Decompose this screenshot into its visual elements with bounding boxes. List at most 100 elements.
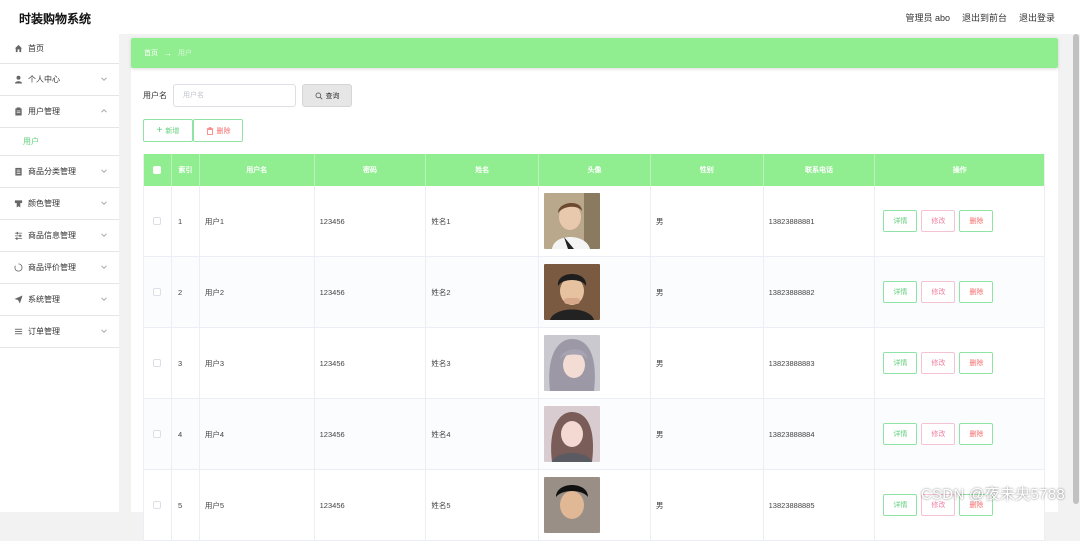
cell-operations: 详情 修改 删除: [875, 328, 1044, 398]
cell-index: 1: [172, 186, 200, 256]
select-all-checkbox[interactable]: [153, 166, 161, 174]
row-checkbox-cell: [144, 257, 172, 327]
column-header-index: 索引: [172, 154, 200, 186]
query-button[interactable]: 查询: [302, 84, 352, 107]
sidebar-item-order-management[interactable]: 订单管理: [0, 316, 119, 348]
select-all-checkbox-cell[interactable]: [144, 154, 172, 186]
cell-index: 5: [172, 470, 200, 540]
row-checkbox[interactable]: [153, 288, 161, 296]
cell-username: 用户3: [200, 328, 315, 398]
chevron-down-icon: [101, 168, 107, 174]
sidebar-item-label: 用户管理: [28, 106, 60, 117]
batch-delete-label: 删除: [217, 126, 231, 136]
row-checkbox[interactable]: [153, 501, 161, 509]
sidebar-item-label: 商品分类管理: [28, 166, 76, 177]
chevron-up-icon: [101, 108, 107, 114]
avatar: [544, 335, 600, 391]
detail-button[interactable]: 详情: [883, 210, 917, 232]
avatar: [544, 193, 600, 249]
send-icon: [13, 295, 23, 305]
cell-operations: 详情 修改 删除: [875, 257, 1044, 327]
cell-sex: 男: [651, 328, 764, 398]
sidebar-item-label: 订单管理: [28, 326, 60, 337]
sidebar-item-product-info-management[interactable]: 商品信息管理: [0, 220, 119, 252]
sidebar-subitem-users[interactable]: 用户: [0, 128, 119, 156]
breadcrumb: 首页 → 用户: [131, 38, 1058, 68]
watermark: CSDN @夜未央5788: [921, 483, 1065, 504]
avatar: [544, 406, 600, 462]
app-title: 时装购物系统: [19, 10, 91, 27]
cell-username: 用户4: [200, 399, 315, 469]
table-row: 3 用户3 123456 姓名3 男 13823888883 详情 修改 删除: [144, 328, 1044, 399]
main-panel: 首页 → 用户 用户名 查询 + 新增 删除 索引 用户名 密码 姓名 头像 性…: [131, 38, 1058, 512]
table-row: 5 用户5 123456 姓名5 男 13823888885 详情 修改 删除: [144, 470, 1044, 541]
row-checkbox[interactable]: [153, 359, 161, 367]
add-button[interactable]: + 新增: [143, 119, 193, 142]
document-icon: [13, 167, 23, 177]
column-header-name[interactable]: 姓名: [426, 154, 539, 186]
logout-link[interactable]: 退出登录: [1019, 11, 1055, 24]
sliders-icon: [13, 231, 23, 241]
column-header-username[interactable]: 用户名: [200, 154, 315, 186]
search-row: 用户名 查询: [143, 84, 352, 107]
edit-button[interactable]: 修改: [921, 281, 955, 303]
avatar: [544, 477, 600, 533]
delete-button[interactable]: 删除: [959, 210, 993, 232]
edit-button[interactable]: 修改: [921, 210, 955, 232]
username-search-input[interactable]: [173, 84, 296, 107]
cell-sex: 男: [651, 186, 764, 256]
cell-phone: 13823888885: [764, 470, 876, 540]
detail-button[interactable]: 详情: [883, 281, 917, 303]
cell-phone: 13823888884: [764, 399, 876, 469]
bookmark-icon: [13, 199, 23, 209]
chevron-down-icon: [101, 200, 107, 206]
row-checkbox-cell: [144, 399, 172, 469]
column-header-operations: 操作: [875, 154, 1044, 186]
row-checkbox[interactable]: [153, 430, 161, 438]
breadcrumb-home[interactable]: 首页: [144, 48, 158, 58]
chevron-down-icon: [101, 328, 107, 334]
row-checkbox-cell: [144, 470, 172, 540]
sidebar-item-personal-center[interactable]: 个人中心: [0, 64, 119, 96]
cell-phone: 13823888883: [764, 328, 876, 398]
cell-password: 123456: [315, 470, 427, 540]
sidebar-item-color-management[interactable]: 颜色管理: [0, 188, 119, 220]
edit-button[interactable]: 修改: [921, 423, 955, 445]
cell-avatar: [539, 470, 651, 540]
exit-to-front-link[interactable]: 退出到前台: [962, 11, 1007, 24]
delete-button[interactable]: 删除: [959, 352, 993, 374]
row-checkbox[interactable]: [153, 217, 161, 225]
table-row: 4 用户4 123456 姓名4 男 13823888884 详情 修改 删除: [144, 399, 1044, 470]
column-header-avatar[interactable]: 头像: [539, 154, 651, 186]
cell-sex: 男: [651, 257, 764, 327]
sidebar-item-review-management[interactable]: 商品评价管理: [0, 252, 119, 284]
table-row: 2 用户2 123456 姓名2 男 13823888882 详情 修改 删除: [144, 257, 1044, 328]
detail-button[interactable]: 详情: [883, 423, 917, 445]
sidebar-item-home[interactable]: 首页: [0, 34, 119, 64]
batch-delete-button[interactable]: 删除: [193, 119, 243, 142]
breadcrumb-current: 用户: [178, 48, 192, 58]
sidebar-item-category-management[interactable]: 商品分类管理: [0, 156, 119, 188]
users-table: 索引 用户名 密码 姓名 头像 性别 联系电话 操作 1 用户1 123456 …: [143, 154, 1045, 541]
delete-button[interactable]: 删除: [959, 423, 993, 445]
detail-button[interactable]: 详情: [883, 352, 917, 374]
cell-index: 4: [172, 399, 200, 469]
home-icon: [13, 44, 23, 54]
column-header-sex[interactable]: 性别: [651, 154, 764, 186]
cell-avatar: [539, 328, 651, 398]
cell-index: 2: [172, 257, 200, 327]
page-scrollbar[interactable]: [1072, 34, 1080, 512]
column-header-password[interactable]: 密码: [315, 154, 427, 186]
chevron-down-icon: [101, 296, 107, 302]
search-icon: [315, 92, 323, 100]
sidebar-item-system-management[interactable]: 系统管理: [0, 284, 119, 316]
delete-button[interactable]: 删除: [959, 281, 993, 303]
edit-button[interactable]: 修改: [921, 352, 955, 374]
sidebar-item-label: 个人中心: [28, 74, 60, 85]
row-checkbox-cell: [144, 328, 172, 398]
top-bar: 时装购物系统 管理员 abo 退出到前台 退出登录: [0, 0, 1080, 34]
detail-button[interactable]: 详情: [883, 494, 917, 516]
column-header-phone[interactable]: 联系电话: [764, 154, 876, 186]
scrollbar-thumb[interactable]: [1073, 34, 1079, 504]
sidebar-item-user-management[interactable]: 用户管理: [0, 96, 119, 128]
